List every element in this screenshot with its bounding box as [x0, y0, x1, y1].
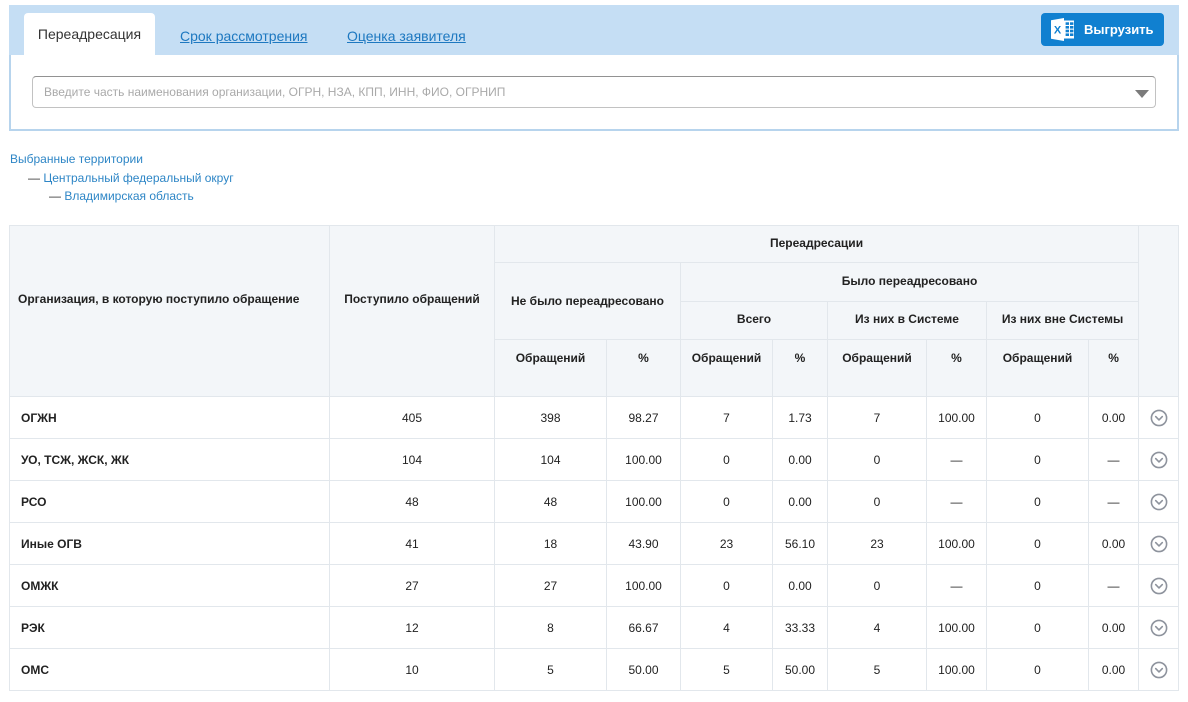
svg-text:X: X [1054, 24, 1062, 36]
